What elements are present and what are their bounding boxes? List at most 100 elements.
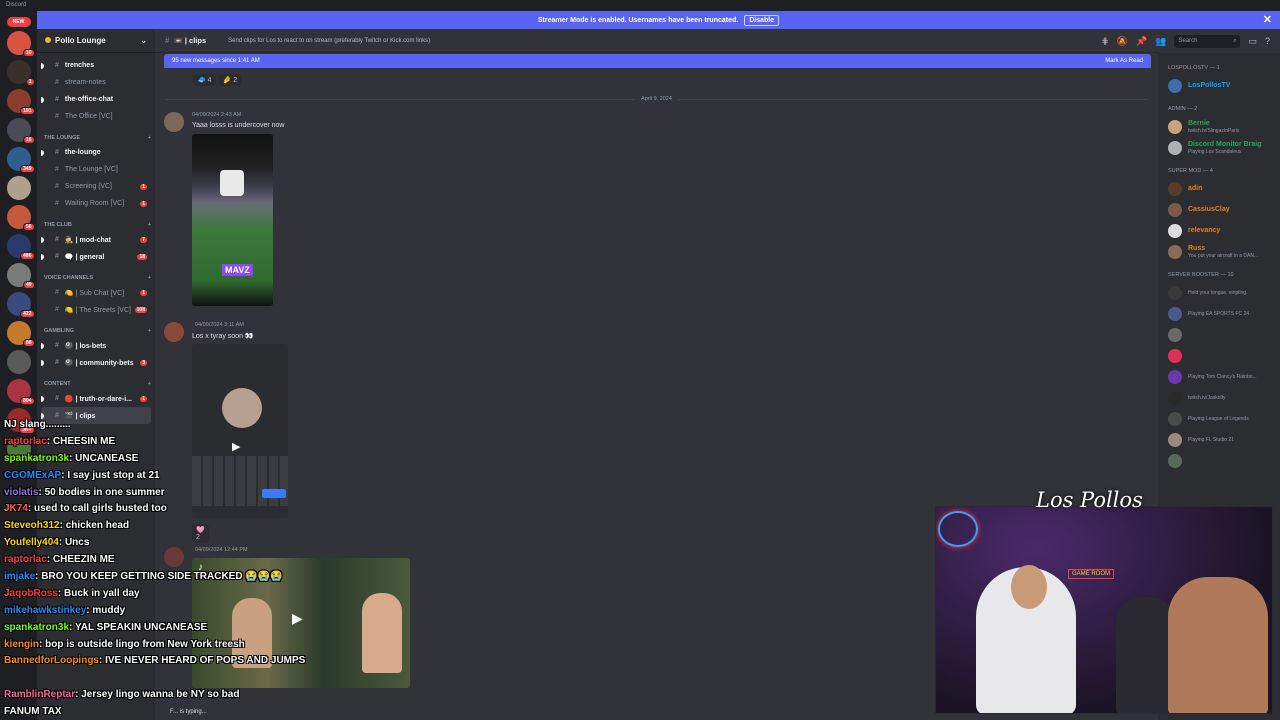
add-channel-icon[interactable]: + xyxy=(148,275,151,281)
avatar[interactable] xyxy=(164,112,184,132)
disable-streamer-mode-button[interactable]: Disable xyxy=(744,14,780,26)
channel-item[interactable]: # 🔴 | truth-or-dare-i... 1 xyxy=(41,390,151,407)
add-channel-icon[interactable]: + xyxy=(148,381,151,387)
new-messages-bar[interactable]: 95 new messages since 1:41 AM Mark As Re… xyxy=(164,54,1151,68)
close-icon[interactable]: ✕ xyxy=(1263,13,1272,26)
chat-username: spankatron3k xyxy=(4,452,70,464)
channel-item[interactable]: # stream-notes xyxy=(41,74,151,91)
new-servers-pill[interactable]: NEW xyxy=(6,17,31,27)
mark-as-read-button[interactable]: Mark As Read xyxy=(1105,58,1143,64)
channel-item[interactable]: # 🎱 | community-bets 3 xyxy=(41,354,151,371)
member-item[interactable]: Discord Monitor Braig Playing Los Scandal… xyxy=(1164,137,1274,158)
channel-item[interactable]: # the-lounge xyxy=(41,144,151,161)
add-channel-icon[interactable]: + xyxy=(148,328,151,334)
server-header[interactable]: Pollo Lounge ⌄ xyxy=(37,29,155,53)
member-item[interactable]: Playing Tom Clancy's Rainbo... xyxy=(1164,366,1274,387)
channel-item[interactable]: # The Lounge [VC] xyxy=(41,161,151,178)
channel-category[interactable]: CONTENT + xyxy=(41,378,151,390)
avatar[interactable] xyxy=(164,322,184,342)
server-icon[interactable]: 191 xyxy=(6,89,35,115)
unread-indicator xyxy=(41,395,44,402)
channel-item[interactable]: # the-office-chat xyxy=(41,91,151,108)
member-item[interactable]: adin xyxy=(1164,178,1274,199)
member-item[interactable]: Playing EA SPORTS FC 24 xyxy=(1164,303,1274,324)
server-icon[interactable] xyxy=(6,350,31,374)
reaction-count: 2 xyxy=(233,77,238,84)
member-item[interactable] xyxy=(1164,450,1274,471)
banner-text: Streamer Mode is enabled. Usernames have… xyxy=(537,16,739,24)
mention-badge: 1 xyxy=(25,78,35,86)
channel-item[interactable]: # 🍋 | The Streets [VC] 108 xyxy=(41,301,151,318)
chevron-down-icon[interactable]: ⌄ xyxy=(140,36,147,45)
member-list-icon[interactable]: 👥 xyxy=(1155,36,1166,47)
reaction-count: 4 xyxy=(207,77,212,84)
channel-item[interactable]: # 🗨️ | general 18 xyxy=(41,248,151,265)
mention-badge: 16 xyxy=(22,136,35,144)
server-icon[interactable]: 88 xyxy=(6,321,35,347)
chat-username: JaqobRoss xyxy=(4,587,58,599)
channel-item[interactable]: # Screening [VC] 1 xyxy=(41,178,151,195)
avatar xyxy=(1168,140,1182,155)
mention-badge: 422 xyxy=(20,310,35,318)
channel-category[interactable]: GAMBLING + xyxy=(41,325,151,337)
stream-chat-message: Steveoh312: chicken head xyxy=(4,520,130,532)
server-icon[interactable]: 349 xyxy=(6,147,35,173)
hash-icon: # xyxy=(55,149,59,156)
chat-text: I say just stop at 21 xyxy=(67,469,160,481)
server-icon[interactable]: 1 xyxy=(6,60,35,86)
help-icon[interactable]: ? xyxy=(1265,36,1270,46)
reaction[interactable]: 🤌 2 xyxy=(218,74,242,86)
member-item[interactable]: Russ You put your aircraft in a DAN... xyxy=(1164,241,1274,262)
add-channel-icon[interactable]: + xyxy=(148,222,151,228)
channel-category[interactable]: VOICE CHANNELS + xyxy=(41,272,151,284)
member-item[interactable]: Playing FL Studio 21 xyxy=(1164,429,1274,450)
server-icon[interactable]: 422 xyxy=(6,292,35,318)
search-input[interactable]: Search ⌕ xyxy=(1174,34,1241,48)
member-name: Discord Monitor Braig xyxy=(1188,140,1262,148)
chat-username: violatis xyxy=(4,486,39,498)
channel-item[interactable]: # 🍋 | Sub Chat [VC] 1 xyxy=(41,284,151,301)
server-icon[interactable]: 486 xyxy=(6,234,35,260)
avatar xyxy=(1168,223,1182,238)
server-icon[interactable]: 804 xyxy=(6,379,35,405)
channel-item[interactable]: # trenches xyxy=(41,57,151,74)
stream-chat-message: spankatron3k: UNCANEASE xyxy=(4,452,139,464)
member-item[interactable] xyxy=(1164,324,1274,345)
channel-item[interactable]: # The Office [VC] xyxy=(41,108,151,125)
hash-icon: # xyxy=(55,79,59,86)
threads-icon[interactable]: ⋕ xyxy=(1101,36,1109,47)
add-channel-icon[interactable]: + xyxy=(148,135,151,141)
server-icon[interactable]: 16 xyxy=(6,118,35,144)
channel-item[interactable]: # 🕵️ | mod-chat 7 xyxy=(41,231,151,248)
channel-item[interactable]: # Waiting Room [VC] 1 xyxy=(41,195,151,212)
mention-badge: 1 xyxy=(140,289,147,296)
member-item[interactable]: CassiusClay xyxy=(1164,199,1274,220)
server-icon[interactable]: 10 xyxy=(6,31,35,57)
member-status: You put your aircraft in a DAN... xyxy=(1188,252,1259,259)
member-item[interactable]: LosPollosTV xyxy=(1164,75,1274,96)
channel-topic[interactable]: Send clips for Los to react to on stream… xyxy=(228,38,430,44)
member-item[interactable]: Playing League of Legends xyxy=(1164,408,1274,429)
member-item[interactable]: Hold your tongue, stripling. xyxy=(1164,282,1274,303)
channel-label: The Office [VC] xyxy=(64,113,113,120)
reaction[interactable]: 🧢 4 xyxy=(193,74,216,86)
video-embed[interactable]: MAVZ xyxy=(192,134,273,306)
channel-category[interactable]: THE LOUNGE + xyxy=(41,132,151,144)
server-icon[interactable]: 49 xyxy=(6,263,35,289)
notification-bell-icon[interactable]: 🔕 xyxy=(1117,36,1128,47)
channel-item[interactable]: # 🎱 | los-bets xyxy=(41,337,151,354)
inbox-icon[interactable]: ▭ xyxy=(1248,36,1257,47)
pin-icon[interactable]: 📌 xyxy=(1136,36,1147,47)
chat-text: IVE NEVER HEARD OF POPS AND JUMPS xyxy=(105,655,306,667)
member-item[interactable]: twitch.tv/Jaskolty xyxy=(1164,387,1274,408)
server-icon[interactable]: 56 xyxy=(6,205,35,231)
member-item[interactable] xyxy=(1164,345,1274,366)
chat-text: NJ slang......... xyxy=(4,419,71,430)
window-titlebar: Discord xyxy=(0,0,1280,11)
hash-icon: # xyxy=(55,113,59,120)
member-item[interactable]: Bernie twitch.tv/SlingazInParis xyxy=(1164,116,1274,137)
server-icon[interactable] xyxy=(6,176,31,200)
member-item[interactable]: relevancy xyxy=(1164,220,1274,241)
chat-text: CHEEZIN ME xyxy=(52,554,115,566)
channel-category[interactable]: THE CLUB + xyxy=(41,219,151,231)
